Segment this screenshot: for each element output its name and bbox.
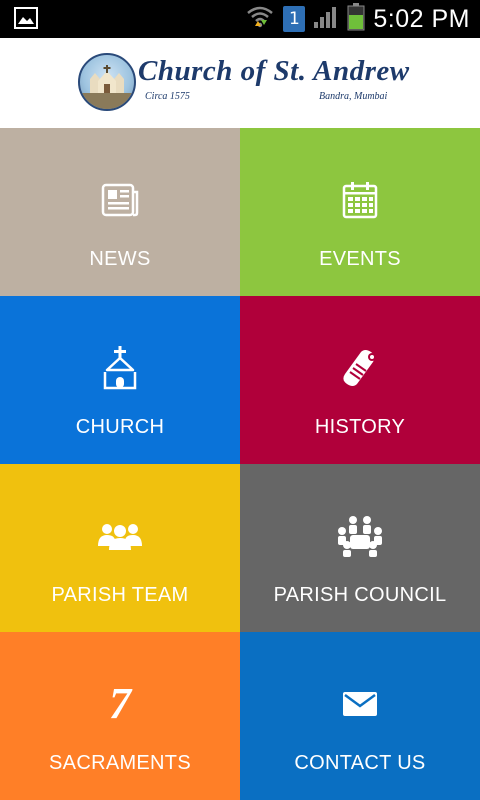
sacraments-tile[interactable]: 7 SACRAMENTS (0, 632, 240, 800)
events-label: EVENTS (319, 248, 401, 270)
history-tile[interactable]: HISTORY (240, 296, 480, 464)
parish-council-tile[interactable]: PARISH COUNCIL (240, 464, 480, 632)
church-tile[interactable]: CHURCH (0, 296, 240, 464)
seven-icon: 7 (0, 680, 240, 728)
news-label: NEWS (89, 248, 151, 270)
logo-circa: Circa 1575 (145, 91, 190, 102)
council-icon (240, 512, 480, 560)
battery-icon (347, 2, 365, 36)
contact-us-tile[interactable]: CONTACT US (240, 632, 480, 800)
news-tile[interactable]: NEWS (0, 128, 240, 296)
sacraments-label: SACRAMENTS (49, 752, 191, 774)
newspaper-icon (0, 176, 240, 224)
sim-icon: 1 (283, 6, 306, 32)
parish-council-label: PARISH COUNCIL (273, 584, 447, 606)
wifi-icon (245, 4, 275, 35)
seven-glyph: 7 (109, 679, 131, 728)
signal-icon (313, 5, 339, 34)
history-label: HISTORY (314, 416, 406, 438)
logo-wordmark: Church of St. Andrew (138, 55, 410, 87)
calendar-icon (240, 176, 480, 224)
church-logo[interactable]: Church of St. Andrew Circa 1575 Bandra, … (78, 53, 409, 111)
mail-icon (240, 680, 480, 728)
scroll-icon (240, 344, 480, 392)
team-icon (0, 512, 240, 560)
parish-team-tile[interactable]: PARISH TEAM (0, 464, 240, 632)
status-time: 5:02 PM (373, 4, 470, 33)
app-header: Church of St. Andrew Circa 1575 Bandra, … (0, 38, 480, 128)
logo-location: Bandra, Mumbai (319, 91, 388, 102)
status-bar: 1 5:02 PM (0, 0, 480, 38)
church-seal-icon (78, 53, 136, 111)
contact-us-label: CONTACT US (294, 752, 426, 774)
events-tile[interactable]: EVENTS (240, 128, 480, 296)
menu-grid: NEWS EVENTS CHURCH HISTORY PARISH TEAM P… (0, 128, 480, 800)
parish-team-label: PARISH TEAM (51, 584, 189, 606)
church-icon (0, 344, 240, 392)
gallery-icon (14, 7, 38, 29)
church-label: CHURCH (75, 416, 165, 438)
